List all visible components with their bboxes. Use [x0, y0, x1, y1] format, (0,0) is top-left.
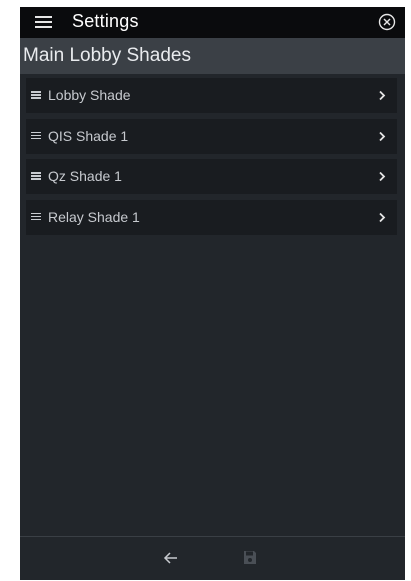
shade-item-qz-shade-1[interactable]: Qz Shade 1 — [26, 159, 397, 194]
top-bar: Settings — [20, 7, 405, 38]
shade-list: Lobby Shade QIS Shade 1 Qz Shade 1 Relay… — [26, 78, 397, 240]
shade-item-qis-shade-1[interactable]: QIS Shade 1 — [26, 118, 397, 154]
shade-item-label: Relay Shade 1 — [48, 208, 140, 225]
drag-handle-icon[interactable] — [31, 131, 41, 141]
close-circle-icon[interactable] — [378, 13, 396, 31]
shade-item-label: QIS Shade 1 — [48, 127, 129, 144]
chevron-right-icon — [379, 131, 386, 141]
page-title: Settings — [72, 11, 139, 31]
shade-item-label: Lobby Shade — [48, 87, 131, 103]
section-title: Main Lobby Shades — [23, 45, 191, 66]
drag-handle-icon[interactable] — [31, 172, 41, 181]
footer-toolbar — [20, 536, 405, 580]
settings-panel: Settings Main Lobby Shades Lobby Shade Q… — [20, 7, 405, 580]
save-floppy-icon[interactable] — [243, 550, 257, 565]
chevron-right-icon — [379, 171, 386, 182]
chevron-right-icon — [379, 90, 386, 101]
shade-item-label: Qz Shade 1 — [48, 168, 122, 184]
back-arrow-icon[interactable] — [163, 550, 179, 566]
chevron-right-icon — [379, 212, 386, 222]
drag-handle-icon[interactable] — [31, 91, 41, 100]
shade-item-lobby-shade[interactable]: Lobby Shade — [26, 78, 397, 113]
shade-item-relay-shade-1[interactable]: Relay Shade 1 — [26, 199, 397, 235]
hamburger-menu-icon[interactable] — [35, 14, 52, 28]
section-header: Main Lobby Shades — [20, 38, 405, 74]
drag-handle-icon[interactable] — [31, 212, 41, 222]
